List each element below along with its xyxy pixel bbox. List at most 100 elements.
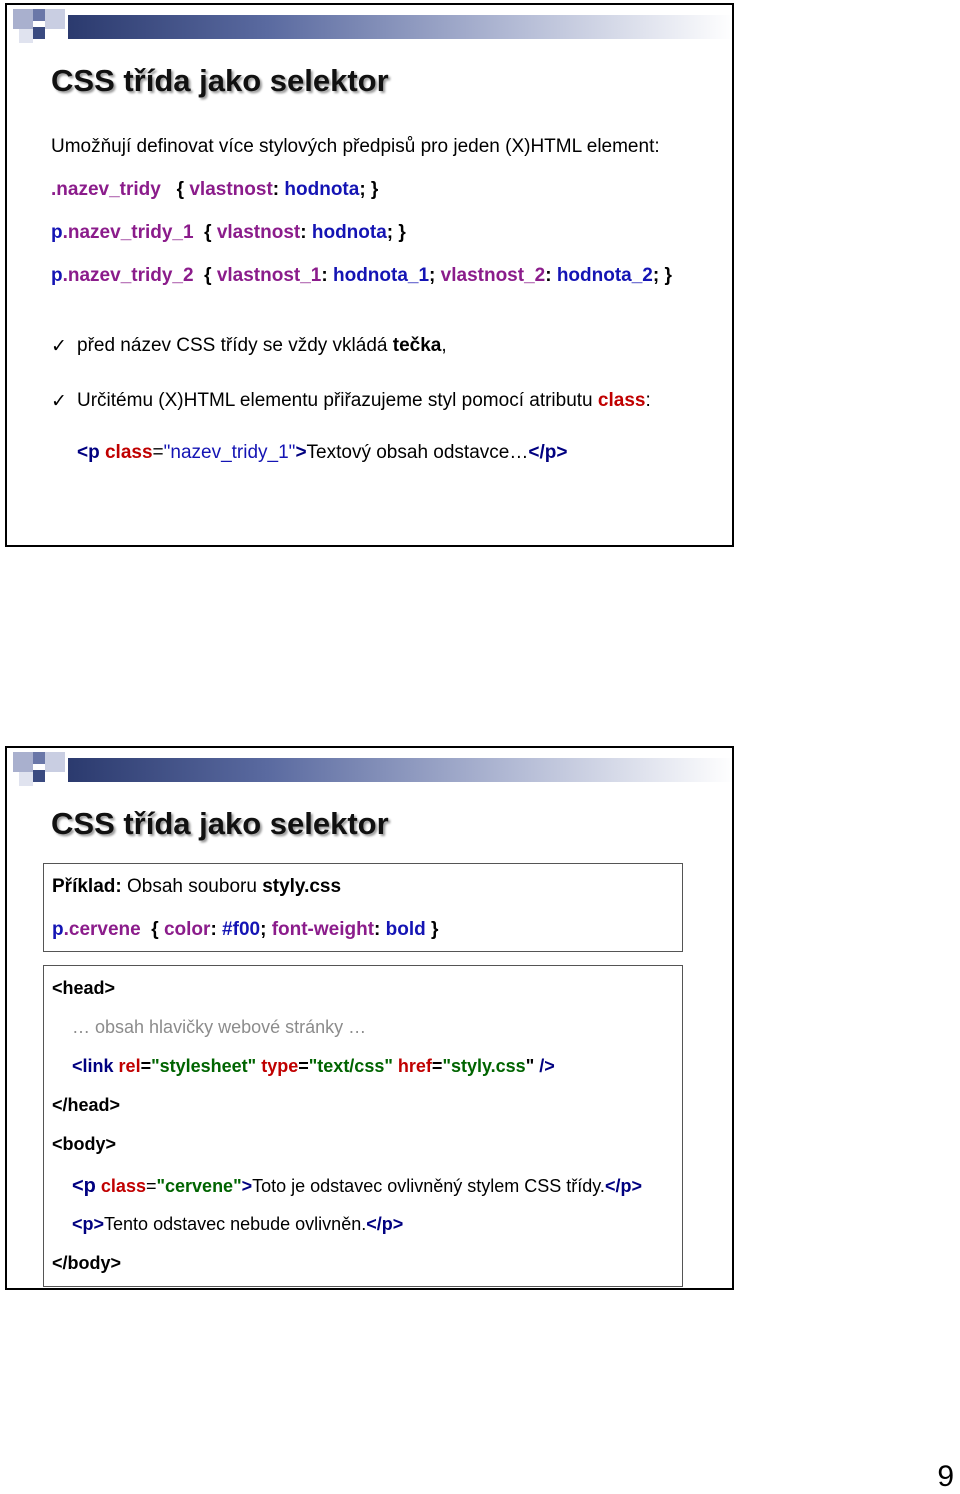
paragraph-text: Tento odstavec nebude ovlivněn. [104,1214,367,1234]
property: vlastnost [189,179,273,200]
brace-open: { [151,919,159,940]
slide-1: CSS třída jako selektor Umožňují definov… [5,3,734,547]
p-tag: <p [72,1175,96,1197]
selector-element: p [51,222,63,243]
property-2: vlastnost_2 [440,265,546,286]
bullet-2: Určitému (X)HTML elementu přiřazujeme st… [77,390,651,412]
bullet-text-end: : [645,390,651,411]
css-rule: p.cervene { color: #f00; font-weight: bo… [52,919,438,941]
link-end: /> [539,1056,555,1076]
slide-2: CSS třída jako selektor Příklad: Obsah s… [5,746,734,1290]
type-value: "text/css" [308,1056,393,1076]
property-1: color [163,919,211,940]
tag-close: </p> [528,442,568,463]
example-box-html: <head> … obsah hlavičky webové stránky …… [43,965,683,1287]
intro-text: Umožňují definovat více stylových předpi… [51,136,660,157]
p-tag: <p> [72,1214,105,1234]
tag-open: <p [77,442,100,463]
tag-end: > [295,442,307,463]
value-2: bold [385,919,426,940]
p-close-tag: </p> [366,1214,404,1234]
selector-class: .cervene [63,919,141,940]
slide-header-decoration [7,748,732,792]
slide-header-decoration [7,5,732,49]
selector-element: p [52,919,64,940]
property-2: font-weight [271,919,375,940]
label: Příklad: [52,876,122,897]
checkmark-icon: ✓ [51,391,67,412]
eq: = [298,1056,309,1076]
colon: : [300,222,307,243]
slide-title: CSS třída jako selektor [51,63,389,98]
separator: ; [429,265,436,286]
href-attr: href [397,1056,432,1076]
code-line-3: p.nazev_tridy_2 { vlastnost_1: hodnota_1… [51,265,672,287]
href-value: "styly.css [442,1056,526,1076]
link-element: <link rel="stylesheet" type="text/css" h… [72,1056,555,1077]
attr-value: "nazev_tridy_1" [163,442,296,463]
bullet-text: Určitému (X)HTML elementu přiřazujeme st… [77,390,598,411]
brace-open: { [176,179,185,200]
eq: = [145,1176,157,1196]
value-1: hodnota_1 [332,265,430,286]
class-value: "cervene" [156,1176,242,1196]
eq: = [152,442,164,463]
brace-close: } [431,919,439,940]
checkmark-icon: ✓ [51,336,67,357]
selector: .nazev_tridy [51,179,161,200]
body-open: <body> [52,1134,117,1154]
bullet-text: před název CSS třídy se vždy vkládá [77,335,393,356]
body-close: </body> [52,1253,122,1273]
tag-end: > [241,1176,253,1196]
box-heading: Příklad: Obsah souboru styly.css [52,876,341,898]
comment-text: … obsah hlavičky webové stránky … [72,1017,367,1037]
bullet-1: před název CSS třídy se vždy vkládá tečk… [77,335,447,357]
separator: ; [260,919,267,940]
selector-class: .nazev_tridy_1 [62,222,194,243]
colon-1: : [321,265,328,286]
link-tag: <link [72,1056,114,1076]
code-line-1: .nazev_tridy { vlastnost: hodnota; } [51,179,378,201]
attr: class [104,442,153,463]
selector-element: p [51,265,63,286]
brace-close: ; } [652,265,672,286]
colon-1: : [210,919,217,940]
colon-2: : [545,265,552,286]
selector-class: .nazev_tridy_2 [62,265,194,286]
bullet-text-end: , [441,335,447,356]
colon-2: : [374,919,381,940]
property: vlastnost [216,222,301,243]
bullet-bold: tečka [392,335,442,356]
bullet-keyword: class [597,390,646,411]
filename: styly.css [262,876,342,897]
class-attr: class [100,1176,146,1196]
paragraph-text: Toto je odstavec ovlivněný stylem CSS tř… [252,1176,605,1196]
brace-open: { [204,265,212,286]
head-close: </head> [52,1095,121,1115]
colon: : [272,179,280,200]
example-code: <p class="nazev_tridy_1">Textový obsah o… [77,442,567,464]
value: hodnota [284,179,360,200]
brace-close: ; } [386,222,406,243]
p-close-tag: </p> [604,1176,642,1196]
rel-attr: rel [118,1056,141,1076]
example-box-css: Příklad: Obsah souboru styly.css p.cerve… [43,863,683,952]
type-attr: type [261,1056,299,1076]
eq: = [431,1056,443,1076]
eq: = [140,1056,152,1076]
code-line-2: p.nazev_tridy_1 { vlastnost: hodnota; } [51,222,406,244]
brace-close: ; } [359,179,379,200]
rel-value: "stylesheet" [151,1056,257,1076]
head-open: <head> [52,978,116,998]
paragraph-1: <p class="cervene">Toto je odstavec ovli… [72,1175,642,1198]
property-1: vlastnost_1 [216,265,322,286]
content-text: Textový obsah odstavce… [306,442,529,463]
value: hodnota [311,222,387,243]
value-1: #f00 [222,919,261,940]
value-2: hodnota_2 [556,265,653,286]
label-text: Obsah souboru [121,876,263,897]
page-number: 9 [937,1460,954,1493]
href-quote: " [525,1056,535,1076]
brace-open: { [204,222,212,243]
slide-title: CSS třída jako selektor [51,806,389,841]
